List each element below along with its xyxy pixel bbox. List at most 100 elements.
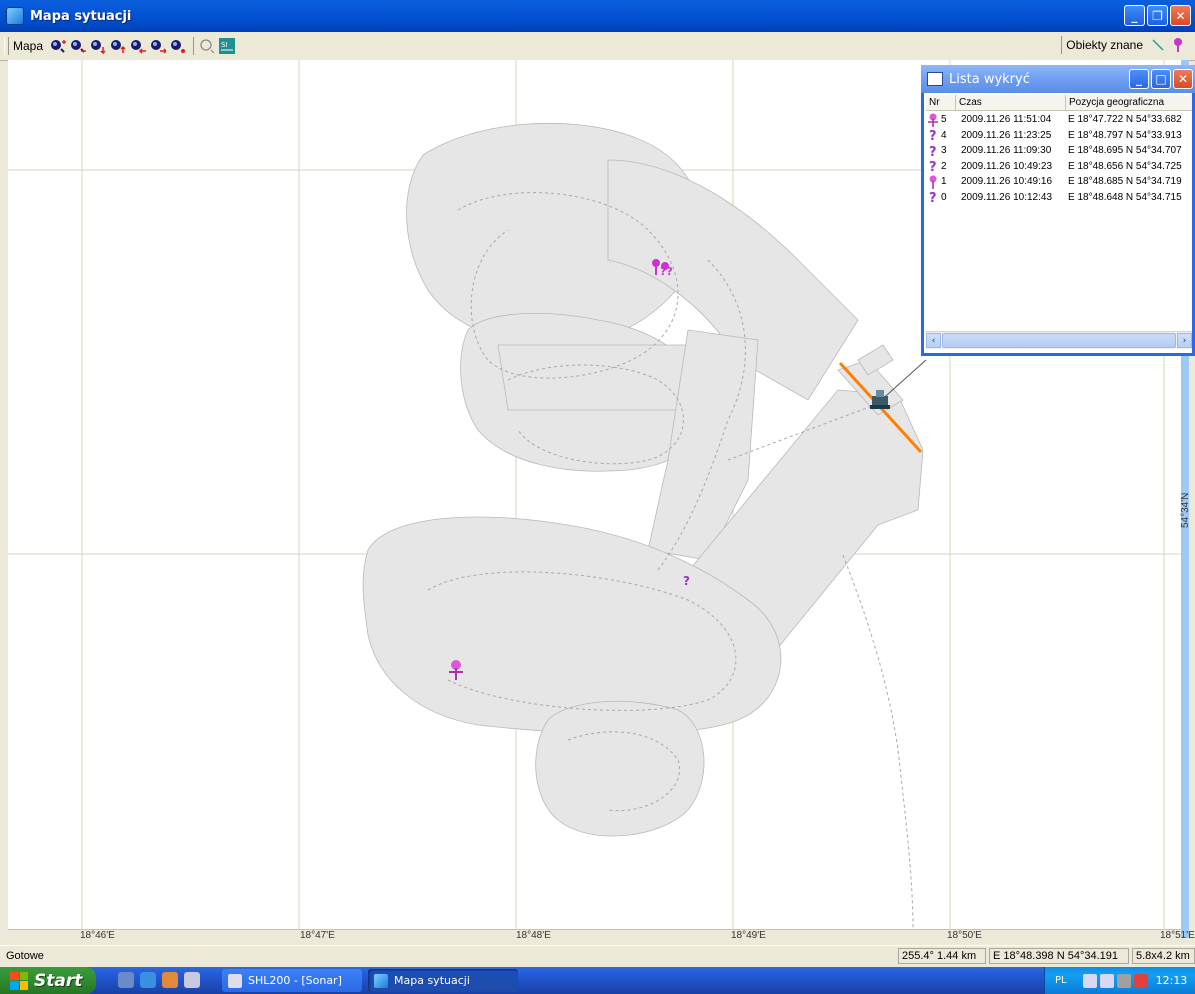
close-button[interactable]: ✕: [1170, 5, 1191, 26]
lon-label-3: 18°49'E: [731, 930, 766, 941]
start-button[interactable]: Start: [0, 967, 96, 994]
sonar-coverage: [362, 122, 924, 837]
detection-list-rows: 5 2009.11.26 11:51:04 E 18°47.722 N 54°3…: [926, 112, 1192, 205]
bearing-distance-readout: 255.4° 1.44 km: [898, 948, 986, 964]
window-icon: [927, 72, 943, 86]
task-sonar-label: SHL200 - [Sonar]: [248, 974, 342, 987]
system-tray: PL 12:13: [1044, 967, 1195, 994]
minimize-button[interactable]: _: [1124, 5, 1145, 26]
show-desktop-icon[interactable]: [118, 972, 134, 988]
col-header-czas[interactable]: Czas: [956, 95, 1066, 110]
lon-label-2: 18°48'E: [516, 930, 551, 941]
circle-tool-icon[interactable]: [198, 37, 216, 55]
row-czas: 2009.11.26 11:09:30: [961, 145, 1052, 157]
table-row[interactable]: 5 2009.11.26 11:51:04 E 18°47.722 N 54°3…: [926, 112, 1192, 128]
map-app-icon: [6, 7, 24, 25]
toolbar-separator: [193, 37, 195, 55]
window-title: Mapa sytuacji: [30, 8, 132, 24]
language-indicator[interactable]: PL: [1055, 975, 1067, 986]
detection-list-window[interactable]: Lista wykryć _ □ ✕ Nr Czas Pozycja geogr…: [921, 65, 1195, 356]
zoom-out-icon[interactable]: [69, 37, 87, 55]
row-nr: 0: [941, 191, 947, 203]
toolbar-separator-right: [1061, 36, 1063, 54]
pin-tool-icon[interactable]: [1169, 36, 1187, 54]
list-minimize-button[interactable]: _: [1129, 69, 1149, 89]
table-row[interactable]: ? 3 2009.11.26 11:09:30 E 18°48.695 N 54°…: [926, 143, 1192, 159]
detection-list-title: Lista wykryć: [949, 71, 1030, 87]
tray-drive-icon[interactable]: [1082, 973, 1097, 988]
scroll-left-button[interactable]: ‹: [926, 333, 941, 348]
question-marker-icon: ?: [926, 159, 940, 173]
table-row[interactable]: ? 2 2009.11.26 10:49:23 E 18°48.656 N 54°…: [926, 159, 1192, 175]
table-row[interactable]: ? 0 2009.11.26 10:12:43 E 18°48.648 N 54°…: [926, 190, 1192, 206]
row-pozycja: E 18°48.797 N 54°33.913: [1068, 129, 1182, 141]
detection-list-header: Nr Czas Pozycja geograficzna: [926, 95, 1192, 111]
objects-toolbar: Obiekty znane: [1057, 36, 1189, 54]
si-units-icon[interactable]: SI: [218, 37, 236, 55]
task-sonar[interactable]: SHL200 - [Sonar]: [222, 969, 362, 992]
start-label: Start: [34, 970, 83, 991]
longitude-scale-bar: [8, 929, 1181, 930]
known-objects-label[interactable]: Obiekty znane: [1066, 38, 1143, 52]
row-pozycja: E 18°48.695 N 54°34.707: [1068, 145, 1182, 157]
cursor-position-readout: E 18°48.398 N 54°34.191: [989, 948, 1129, 964]
question-marker-icon: ?: [926, 128, 940, 142]
window-titlebar[interactable]: Mapa sytuacji _ ❐ ✕: [0, 0, 1195, 32]
col-header-pozycja[interactable]: Pozycja geograficzna: [1066, 95, 1192, 110]
row-nr: 3: [941, 145, 947, 157]
zoom-center-icon[interactable]: [169, 37, 187, 55]
question-marker-icon: ?: [926, 144, 940, 158]
list-close-button[interactable]: ✕: [1173, 69, 1193, 89]
pan-down-icon[interactable]: [89, 37, 107, 55]
line-tool-icon[interactable]: [1149, 36, 1167, 54]
lat-label-0: 54°34'N: [1180, 492, 1191, 528]
table-row[interactable]: 1 2009.11.26 10:49:16 E 18°48.685 N 54°3…: [926, 174, 1192, 190]
pan-left-icon[interactable]: [129, 37, 147, 55]
detection-marker-4[interactable]: ?: [683, 574, 690, 588]
status-bar: Gotowe 255.4° 1.44 km E 18°48.398 N 54°3…: [0, 945, 1195, 968]
row-czas: 2009.11.26 11:23:25: [961, 129, 1052, 141]
lon-label-5: 18°51'E: [1160, 930, 1195, 941]
mapa-menu[interactable]: Mapa: [13, 39, 43, 53]
row-nr: 4: [941, 129, 947, 141]
row-nr: 1: [941, 176, 947, 188]
lon-label-0: 18°46'E: [80, 930, 115, 941]
restore-button[interactable]: ❐: [1147, 5, 1168, 26]
row-pozycja: E 18°48.648 N 54°34.715: [1068, 191, 1182, 203]
status-text: Gotowe: [6, 950, 44, 962]
scroll-thumb[interactable]: [942, 333, 1176, 348]
pan-right-icon[interactable]: [149, 37, 167, 55]
window-controls: _ ❐ ✕: [1124, 5, 1191, 26]
row-czas: 2009.11.26 11:51:04: [961, 114, 1052, 126]
zoom-in-icon[interactable]: [49, 37, 67, 55]
col-header-nr[interactable]: Nr: [926, 95, 956, 110]
row-nr: 5: [941, 114, 947, 126]
scroll-right-button[interactable]: ›: [1177, 333, 1192, 348]
svg-text:?: ?: [929, 129, 937, 142]
list-maximize-button[interactable]: □: [1151, 69, 1171, 89]
question-marker-icon: ?: [926, 190, 940, 204]
floppy-icon[interactable]: [184, 972, 200, 988]
tray-network-icon[interactable]: [1116, 973, 1131, 988]
tray-security-icon[interactable]: [1133, 973, 1148, 988]
svg-text:SI: SI: [221, 41, 228, 49]
taskbar: Start SHL200 - [Sonar] Mapa sytuacji PL …: [0, 967, 1195, 994]
svg-text:?: ?: [929, 160, 937, 173]
toolbar-grip[interactable]: [4, 37, 9, 55]
task-mapa[interactable]: Mapa sytuacji: [368, 969, 518, 992]
horizontal-scrollbar[interactable]: ‹ ›: [926, 331, 1192, 349]
internet-explorer-icon[interactable]: [140, 972, 156, 988]
row-pozycja: E 18°48.685 N 54°34.719: [1068, 176, 1182, 188]
pin-marker-icon: [926, 175, 940, 189]
detection-list-titlebar[interactable]: Lista wykryć _ □ ✕: [921, 65, 1195, 93]
tray-icons: [1082, 973, 1148, 988]
table-row[interactable]: ? 4 2009.11.26 11:23:25 E 18°48.797 N 54°…: [926, 128, 1192, 144]
task-mapa-label: Mapa sytuacji: [394, 974, 470, 987]
map-extent-readout: 5.8x4.2 km: [1132, 948, 1195, 964]
tray-drive-icon-2[interactable]: [1099, 973, 1114, 988]
media-player-icon[interactable]: [162, 972, 178, 988]
row-pozycja: E 18°48.656 N 54°34.725: [1068, 160, 1182, 172]
row-czas: 2009.11.26 10:49:23: [961, 160, 1053, 172]
pan-up-icon[interactable]: [109, 37, 127, 55]
quick-launch: [118, 972, 200, 988]
